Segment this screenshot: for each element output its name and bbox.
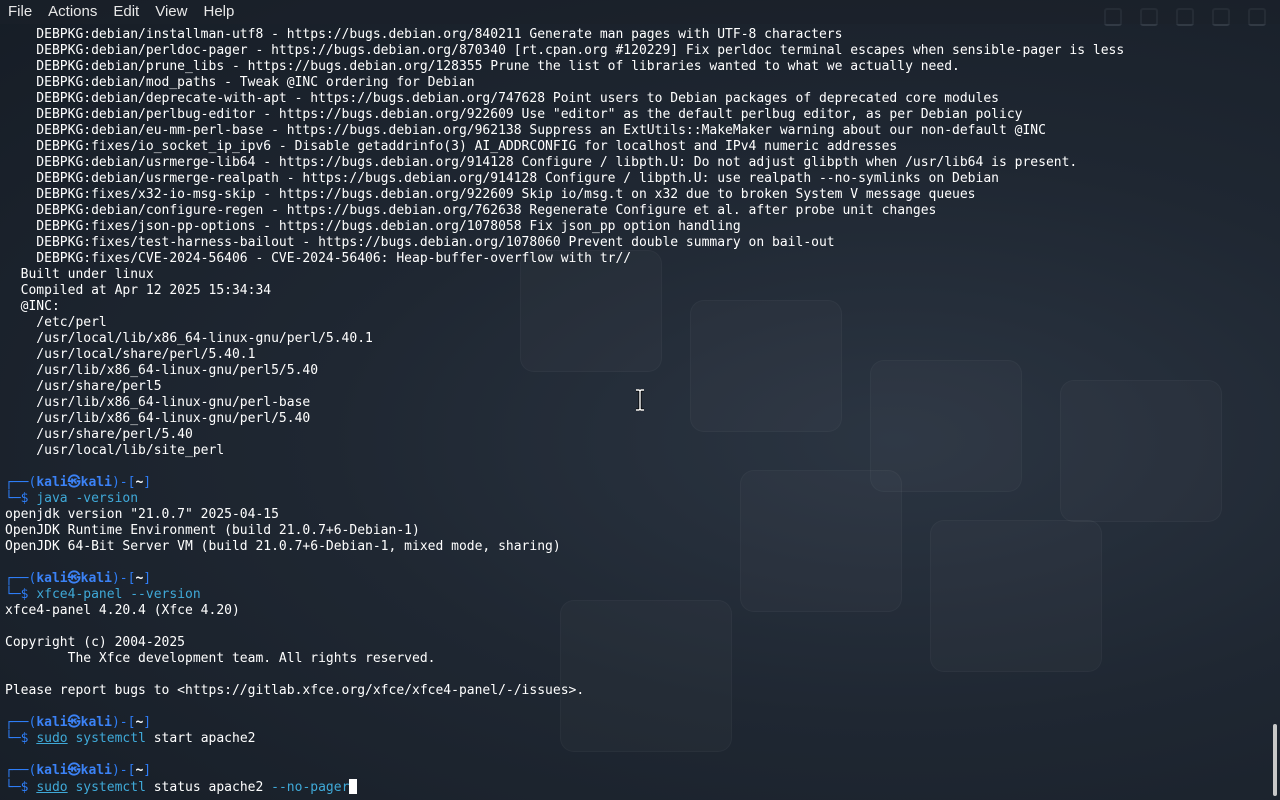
prompt-user: kali: [36, 715, 68, 730]
text-cursor: [349, 779, 358, 794]
command-line: └─$ sudo systemctl status apache2 --no-p…: [5, 779, 1124, 795]
output-line: openjdk version "21.0.7" 2025-04-15: [5, 507, 279, 522]
prompt-frame: ]: [143, 715, 152, 730]
terminal-lines: DEBPKG:debian/installman-utf8 - https://…: [5, 27, 1124, 795]
output-line: Copyright (c) 2004-2025: [5, 635, 186, 650]
output-line: /usr/share/perl/5.40: [5, 427, 193, 442]
prompt-dollar: └─$: [5, 780, 37, 795]
output-line: DEBPKG:debian/perlbug-editor - https://b…: [5, 107, 1023, 122]
command-token: java: [36, 491, 68, 506]
command-token: start apache2: [145, 731, 256, 746]
output-line: DEBPKG:fixes/x32-io-msg-skip - https://b…: [5, 187, 976, 202]
menu-file[interactable]: File: [0, 0, 40, 24]
command-token: systemctl: [67, 731, 146, 746]
prompt-frame: ┌──(: [5, 571, 37, 586]
prompt-user: kali: [36, 571, 68, 586]
prompt-line: ┌──(kali㉿kali)-[~]: [5, 715, 1124, 731]
command-token: sudo: [36, 780, 68, 795]
output-line: DEBPKG:debian/mod_paths - Tweak @INC ord…: [5, 75, 475, 90]
prompt-line: ┌──(kali㉿kali)-[~]: [5, 763, 1124, 779]
terminal-menubar: File Actions Edit View Help: [0, 0, 1280, 24]
output-line: DEBPKG:fixes/io_socket_ip_ipv6 - Disable…: [5, 139, 898, 154]
command-line: └─$ java -version: [5, 491, 1124, 507]
command-token: xfce4-panel: [36, 587, 123, 602]
prompt-host: kali: [80, 715, 112, 730]
prompt-separator: ㉿: [67, 475, 81, 490]
output-line: DEBPKG:fixes/CVE-2024-56406 - CVE-2024-5…: [5, 251, 632, 266]
output-line: /usr/local/share/perl/5.40.1: [5, 347, 256, 362]
prompt-host: kali: [80, 763, 112, 778]
output-line: OpenJDK Runtime Environment (build 21.0.…: [5, 523, 420, 538]
prompt-host: kali: [80, 571, 112, 586]
menu-help[interactable]: Help: [195, 0, 242, 24]
prompt-dollar: └─$: [5, 491, 37, 506]
ibeam-cursor-icon: [636, 389, 644, 411]
output-line: /usr/local/lib/site_perl: [5, 443, 225, 458]
prompt-frame: ]: [143, 571, 152, 586]
command-token: -version: [67, 491, 139, 506]
output-line: Please report bugs to <https://gitlab.xf…: [5, 683, 585, 698]
menu-edit[interactable]: Edit: [105, 0, 147, 24]
output-line: /usr/lib/x86_64-linux-gnu/perl-base: [5, 395, 311, 410]
output-line: DEBPKG:debian/configure-regen - https://…: [5, 203, 937, 218]
prompt-line: ┌──(kali㉿kali)-[~]: [5, 475, 1124, 491]
prompt-frame: )-[: [111, 571, 136, 586]
output-line: xfce4-panel 4.20.4 (Xfce 4.20): [5, 603, 240, 618]
prompt-frame: ┌──(: [5, 475, 37, 490]
prompt-line: ┌──(kali㉿kali)-[~]: [5, 571, 1124, 587]
terminal-scrollbar[interactable]: [1270, 24, 1280, 800]
output-line: DEBPKG:debian/perldoc-pager - https://bu…: [5, 43, 1125, 58]
command-line: └─$ sudo systemctl start apache2: [5, 731, 1124, 747]
prompt-user: kali: [36, 475, 68, 490]
output-line: @INC:: [5, 299, 60, 314]
command-token: --version: [122, 587, 201, 602]
prompt-frame: ]: [143, 475, 152, 490]
command-token: sudo: [36, 731, 68, 746]
output-line: /usr/lib/x86_64-linux-gnu/perl/5.40: [5, 411, 311, 426]
menu-actions[interactable]: Actions: [40, 0, 105, 24]
output-line: /etc/perl: [5, 315, 107, 330]
output-line: DEBPKG:debian/installman-utf8 - https://…: [5, 27, 843, 42]
prompt-separator: ㉿: [67, 571, 81, 586]
output-line: DEBPKG:debian/usrmerge-lib64 - https://b…: [5, 155, 1078, 170]
prompt-separator: ㉿: [67, 763, 81, 778]
output-line: DEBPKG:debian/prune_libs - https://bugs.…: [5, 59, 960, 74]
output-line: Built under linux: [5, 267, 154, 282]
menu-view[interactable]: View: [147, 0, 195, 24]
prompt-frame: ┌──(: [5, 715, 37, 730]
command-token: status apache2: [145, 780, 272, 795]
output-line: DEBPKG:debian/deprecate-with-apt - https…: [5, 91, 999, 106]
prompt-separator: ㉿: [67, 715, 81, 730]
prompt-frame: )-[: [111, 475, 136, 490]
output-line: DEBPKG:debian/eu-mm-perl-base - https://…: [5, 123, 1046, 138]
prompt-user: kali: [36, 763, 68, 778]
prompt-frame: )-[: [111, 763, 136, 778]
output-line: Compiled at Apr 12 2025 15:34:34: [5, 283, 272, 298]
output-line: /usr/local/lib/x86_64-linux-gnu/perl/5.4…: [5, 331, 373, 346]
terminal-output-area[interactable]: DEBPKG:debian/installman-utf8 - https://…: [0, 24, 1270, 800]
output-line: DEBPKG:fixes/test-harness-bailout - http…: [5, 235, 835, 250]
prompt-frame: )-[: [111, 715, 136, 730]
output-line: The Xfce development team. All rights re…: [5, 651, 436, 666]
prompt-frame: ┌──(: [5, 763, 37, 778]
scrollbar-thumb[interactable]: [1273, 724, 1277, 796]
output-line: DEBPKG:debian/usrmerge-realpath - https:…: [5, 171, 999, 186]
prompt-host: kali: [80, 475, 112, 490]
output-line: DEBPKG:fixes/json-pp-options - https://b…: [5, 219, 741, 234]
prompt-dollar: └─$: [5, 731, 37, 746]
output-line: OpenJDK 64-Bit Server VM (build 21.0.7+6…: [5, 539, 561, 554]
command-token: systemctl: [67, 780, 146, 795]
prompt-dollar: └─$: [5, 587, 37, 602]
command-line: └─$ xfce4-panel --version: [5, 587, 1124, 603]
prompt-frame: ]: [143, 763, 152, 778]
command-token: --no-pager: [271, 780, 350, 795]
output-line: /usr/lib/x86_64-linux-gnu/perl5/5.40: [5, 363, 319, 378]
output-line: /usr/share/perl5: [5, 379, 162, 394]
